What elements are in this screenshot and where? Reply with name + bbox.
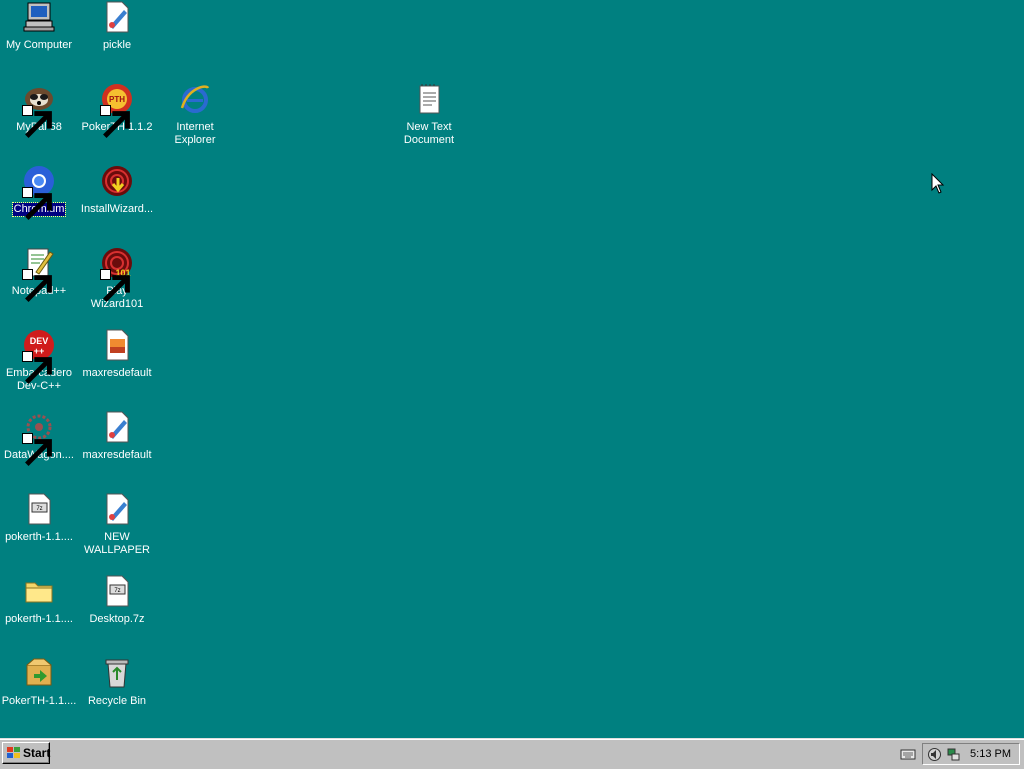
desktop-icon-installwizard[interactable]: InstallWizard... <box>78 164 156 242</box>
start-label: Start <box>23 746 51 760</box>
desktop-icon-recycle-bin[interactable]: Recycle Bin <box>78 656 156 734</box>
image-file-icon <box>100 328 134 362</box>
chromium-icon <box>22 164 56 220</box>
folder-icon <box>22 574 56 608</box>
shortcut-arrow-icon <box>22 187 52 220</box>
desktop-icon-desktop-7z[interactable]: 7z Desktop.7z <box>78 574 156 652</box>
icon-label: Desktop.7z <box>89 613 145 625</box>
svg-text:DEV: DEV <box>30 336 49 346</box>
windows-logo-icon <box>7 747 20 758</box>
desktop-icon-internet-explorer[interactable]: Internet Explorer <box>156 82 234 160</box>
archive-file-icon: 7z <box>22 492 56 526</box>
icon-label: My Computer <box>5 39 73 51</box>
paint-image-file-icon <box>100 0 134 34</box>
icon-label: maxresdefault <box>82 449 152 461</box>
desktop-icon-new-wallpaper[interactable]: NEW WALLPAPER <box>78 492 156 570</box>
notepadplusplus-icon <box>22 246 56 302</box>
desktop-icon-pokerth-archive[interactable]: 7z pokerth-1.1.... <box>0 492 78 570</box>
devcpp-icon: DEV ++ <box>22 328 56 384</box>
icon-label: pickle <box>102 39 132 51</box>
icon-label: New Text Document <box>403 121 455 146</box>
icon-label: maxresdefault <box>82 367 152 379</box>
svg-text:PTH: PTH <box>109 95 125 104</box>
icon-label: PokerTH-1.1.... <box>1 695 77 707</box>
paint-image-file-icon <box>100 492 134 526</box>
mouse-cursor-icon <box>931 173 945 194</box>
network-icon[interactable] <box>946 747 961 762</box>
wizard101-icon: 101 <box>100 246 134 302</box>
desktop-icon-datawagon[interactable]: DataWagon.... <box>0 410 78 488</box>
icon-label: NEW WALLPAPER <box>83 531 151 556</box>
start-button[interactable]: Start <box>2 742 50 764</box>
icon-label: pokerth-1.1.... <box>5 531 73 543</box>
text-document-icon <box>412 82 446 116</box>
datawagon-icon <box>22 410 56 466</box>
shortcut-arrow-icon <box>22 105 52 138</box>
icon-label: Recycle Bin <box>87 695 147 707</box>
paint-image-file-icon <box>100 410 134 444</box>
my-computer-icon <box>22 0 56 34</box>
desktop-icon-chromium[interactable]: Chromium <box>0 164 78 242</box>
desktop-icon-pickle[interactable]: pickle <box>78 0 156 78</box>
install-wizard-icon <box>100 164 134 198</box>
desktop-icon-new-text-document[interactable]: New Text Document <box>390 82 468 160</box>
pokerth-icon: PTH <box>100 82 134 138</box>
internet-explorer-icon <box>178 82 212 116</box>
recycle-bin-icon <box>100 656 134 690</box>
clock[interactable]: 5:13 PM <box>970 747 1011 761</box>
desktop-icon-notepadplusplus[interactable]: Notepad++ <box>0 246 78 324</box>
desktop-icon-pokerth-installer[interactable]: PokerTH-1.1.... <box>0 656 78 734</box>
mypal-icon <box>22 82 56 138</box>
svg-text:7z: 7z <box>114 588 120 594</box>
desktop-icon-devcpp[interactable]: DEV ++ Embarcadero Dev-C++ <box>0 328 78 406</box>
shortcut-arrow-icon <box>22 351 52 384</box>
taskbar: Start 5:13 PM <box>0 738 1024 769</box>
desktop-icon-pokerth[interactable]: PTH PokerTH 1.1.2 <box>78 82 156 160</box>
icon-label: pokerth-1.1.... <box>5 613 73 625</box>
volume-icon[interactable] <box>927 747 942 762</box>
desktop[interactable]: My Computer MyPal 68 Chromium Notepad++ … <box>0 0 1024 738</box>
desktop-icon-wizard101[interactable]: 101 Play Wizard101 <box>78 246 156 324</box>
desktop-icon-pokerth-folder[interactable]: pokerth-1.1.... <box>0 574 78 652</box>
installer-package-icon <box>22 656 56 690</box>
archive-file-icon: 7z <box>100 574 134 608</box>
desktop-icon-maxresdefault-1[interactable]: maxresdefault <box>78 328 156 406</box>
desktop-icon-mypal[interactable]: MyPal 68 <box>0 82 78 160</box>
shortcut-arrow-icon <box>22 269 52 302</box>
desktop-icon-my-computer[interactable]: My Computer <box>0 0 78 78</box>
icon-label: Internet Explorer <box>174 121 216 146</box>
shortcut-arrow-icon <box>100 269 130 302</box>
desktop-icon-maxresdefault-2[interactable]: maxresdefault <box>78 410 156 488</box>
icon-label: InstallWizard... <box>80 203 154 215</box>
keyboard-icon[interactable] <box>900 747 916 761</box>
shortcut-arrow-icon <box>22 433 52 466</box>
system-tray: 5:13 PM <box>922 743 1020 765</box>
shortcut-arrow-icon <box>100 105 130 138</box>
svg-text:7z: 7z <box>36 506 42 512</box>
